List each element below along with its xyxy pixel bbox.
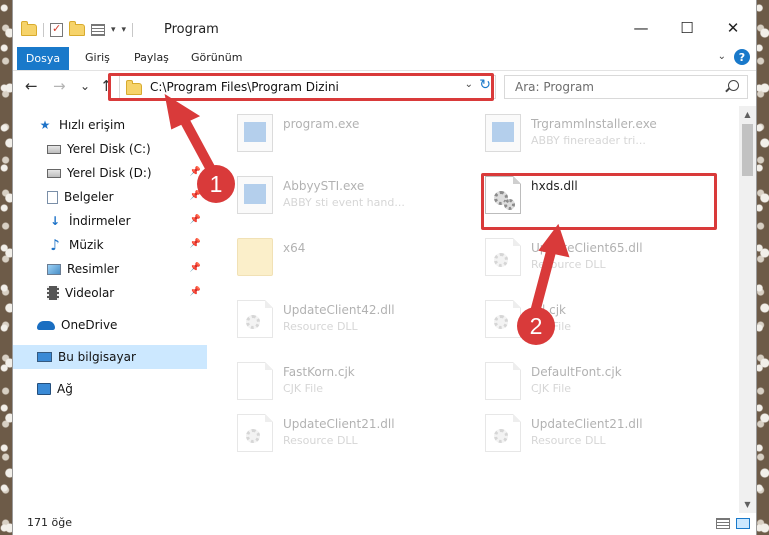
step-2-badge: 2 xyxy=(517,307,555,345)
step-1-badge: 1 xyxy=(197,165,235,203)
callout-arrows xyxy=(164,93,570,317)
arrow-head-2 xyxy=(538,223,570,258)
arrow-line-2 xyxy=(530,243,557,317)
arrow-head-1 xyxy=(164,93,201,130)
